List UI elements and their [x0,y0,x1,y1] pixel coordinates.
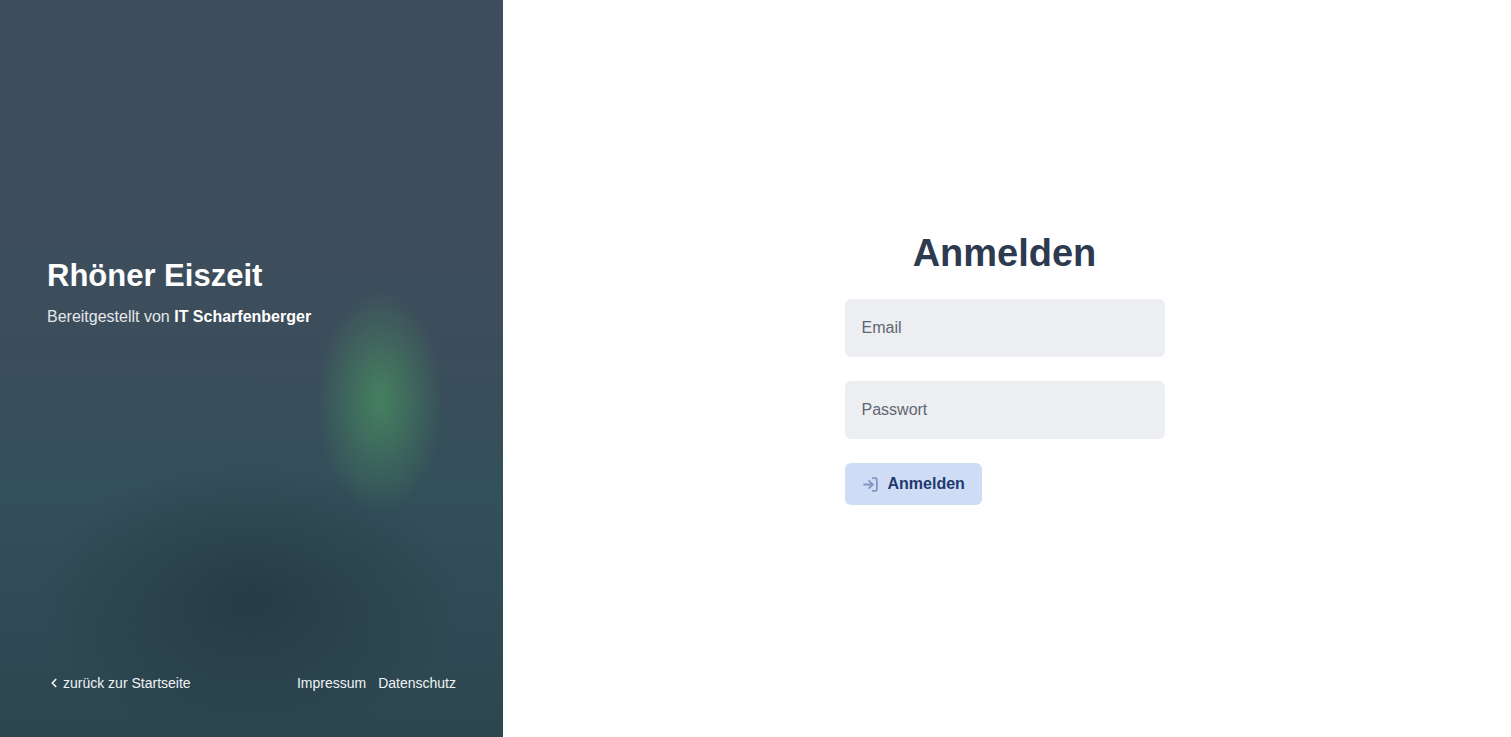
brand-title: Rhöner Eiszeit [47,258,456,294]
email-input[interactable] [845,299,1165,357]
login-area: Anmelden Anmelden [503,0,1511,737]
login-form: Anmelden Anmelden [845,232,1165,505]
legal-link[interactable]: Impressum [297,675,366,691]
back-link[interactable]: zurück zur Startseite [47,675,191,691]
brand: Rhöner Eiszeit Bereitgestellt von IT Scha… [47,258,456,326]
form-heading: Anmelden [845,232,1165,275]
brand-panel: Rhöner Eiszeit Bereitgestellt von IT Scha… [0,0,503,737]
panel-footer: zurück zur Startseite Impressum Datenschut… [47,675,456,691]
login-icon [862,476,879,493]
login-page: Rhöner Eiszeit Bereitgestellt von IT Scha… [0,0,1511,737]
legal-links: Impressum Datenschutz [297,675,456,691]
company-name: IT Scharfenberger [174,308,311,325]
legal-link[interactable]: Datenschutz [378,675,456,691]
brand-subtitle: Bereitgestellt von IT Scharfenberger [47,308,456,326]
password-input[interactable] [845,381,1165,439]
chevron-left-icon [47,676,61,690]
login-button[interactable]: Anmelden [845,463,982,505]
